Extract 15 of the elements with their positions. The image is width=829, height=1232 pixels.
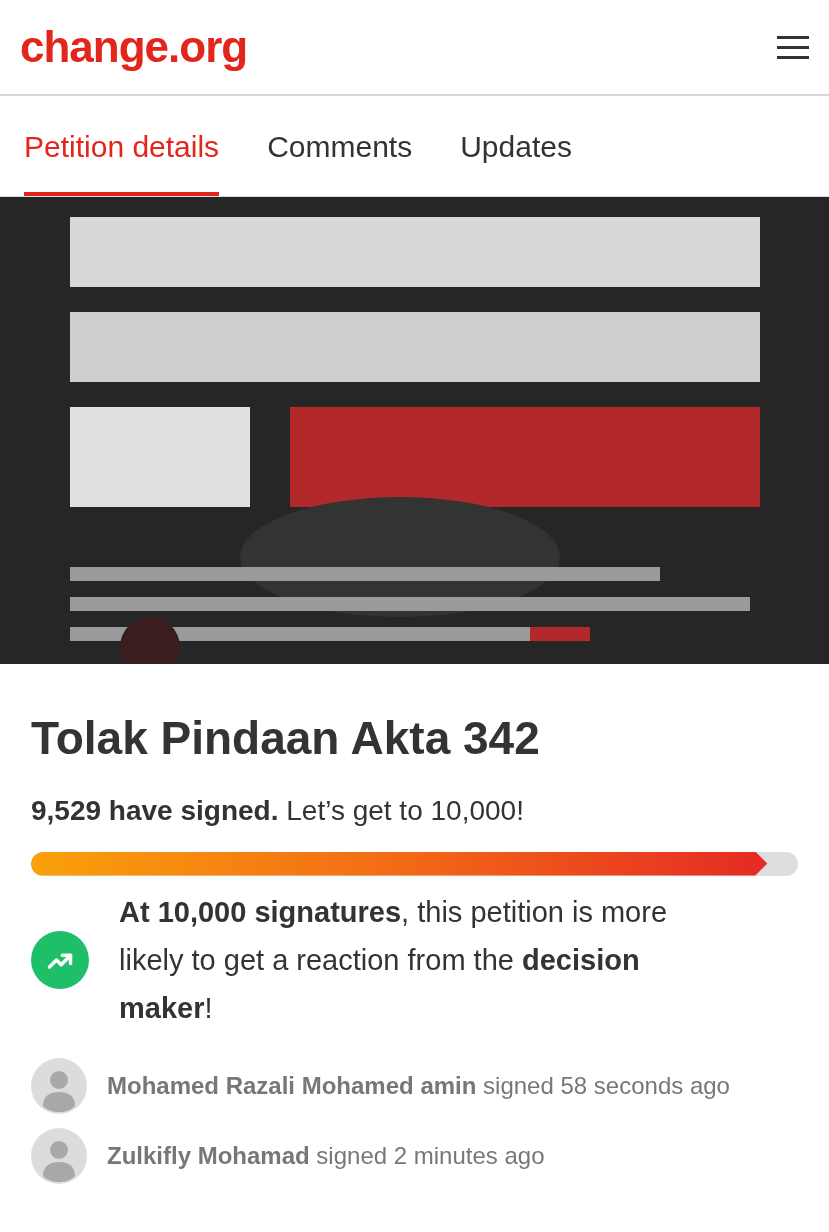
avatar-icon	[31, 1057, 87, 1114]
logo[interactable]: change.org	[20, 25, 248, 69]
goal-text: Let’s get to 10,000!	[286, 794, 524, 826]
tab[interactable]: Updates	[460, 96, 572, 196]
avatar-icon	[31, 1127, 87, 1184]
signed-time: signed 2 minutes ago	[316, 1141, 545, 1169]
signature-count: 9,529 have signed.	[31, 794, 279, 826]
signed-time: signed 58 seconds ago	[483, 1071, 730, 1099]
tab[interactable]: Comments	[267, 96, 413, 196]
milestone-text: At 10,000 signatures, this petition is more likely to get a reaction from the decision maker!	[119, 894, 669, 1026]
signer-name: Mohamed Razali Mohamed amin	[107, 1071, 477, 1099]
signer-name: Zulkifly Mohamad	[107, 1141, 310, 1169]
trending-up-icon	[31, 930, 89, 989]
menu-icon[interactable]	[777, 35, 809, 59]
petition-title: Tolak Pindaan Akta 342	[31, 711, 541, 766]
